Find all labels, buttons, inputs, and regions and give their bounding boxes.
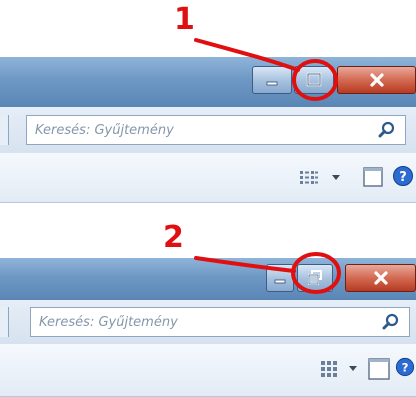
- view-tiles-icon[interactable]: [320, 360, 338, 378]
- command-bar: ?: [0, 153, 416, 203]
- help-icon[interactable]: ?: [392, 165, 414, 187]
- help-icon[interactable]: ?: [395, 357, 415, 377]
- address-bar-edge: [0, 307, 9, 337]
- annotation-step-1: 1: [174, 2, 195, 37]
- annotation-step-2: 2: [163, 220, 184, 255]
- search-bar-row: Keresés: Gyűjtemény: [0, 300, 416, 344]
- minimize-icon: [274, 279, 286, 284]
- address-bar-edge: [0, 115, 9, 145]
- chevron-down-icon[interactable]: [348, 365, 358, 373]
- close-icon: [369, 73, 384, 87]
- close-icon: [373, 271, 388, 285]
- search-placeholder: Keresés: Gyűjtemény: [35, 122, 174, 138]
- preview-pane-icon[interactable]: [362, 166, 384, 188]
- search-input[interactable]: Keresés: Gyűjtemény: [30, 307, 410, 337]
- close-button[interactable]: [337, 66, 416, 94]
- svg-text:?: ?: [399, 170, 407, 185]
- command-bar: ?: [0, 344, 416, 397]
- close-button[interactable]: [345, 264, 416, 292]
- restore-icon: [308, 270, 322, 285]
- minimize-icon: [266, 81, 278, 86]
- preview-pane-icon[interactable]: [367, 357, 391, 381]
- maximize-icon: [306, 72, 322, 87]
- title-bar: [0, 258, 416, 300]
- maximize-button[interactable]: [294, 66, 334, 94]
- minimize-button[interactable]: [252, 66, 292, 94]
- svg-text:?: ?: [402, 361, 409, 375]
- search-icon[interactable]: [381, 312, 401, 332]
- search-placeholder: Keresés: Gyűjtemény: [39, 314, 178, 330]
- search-bar-row: Keresés: Gyűjtemény: [0, 107, 416, 153]
- minimize-button[interactable]: [266, 264, 294, 292]
- title-bar: [0, 57, 416, 107]
- search-icon[interactable]: [377, 120, 397, 140]
- view-list-icon[interactable]: [299, 170, 319, 186]
- search-input[interactable]: Keresés: Gyűjtemény: [26, 115, 406, 145]
- chevron-down-icon[interactable]: [331, 174, 341, 182]
- restore-button[interactable]: [297, 264, 333, 292]
